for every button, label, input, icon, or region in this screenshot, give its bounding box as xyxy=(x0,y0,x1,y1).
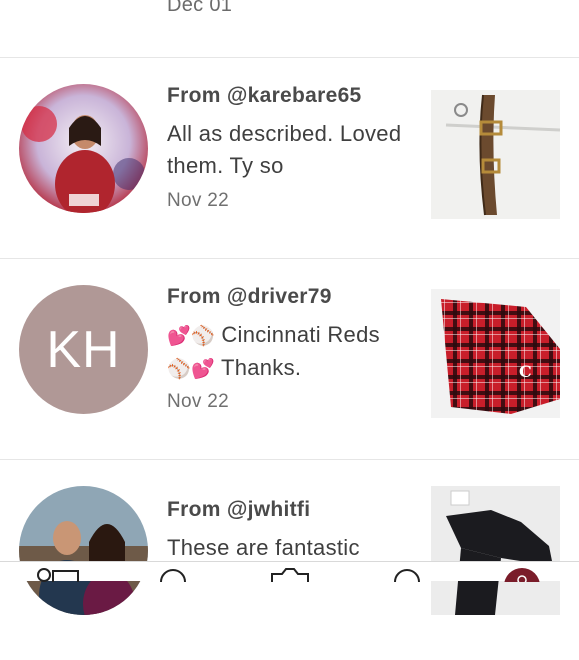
reviewer-username[interactable]: From @driver79 xyxy=(167,285,332,309)
reviewer-avatar[interactable] xyxy=(19,84,148,213)
camera-icon[interactable] xyxy=(270,568,310,587)
item-thumbnail[interactable] xyxy=(431,90,560,219)
review-date: Nov 22 xyxy=(167,190,230,211)
profile-icon[interactable] xyxy=(502,568,542,604)
item-thumbnail[interactable] xyxy=(431,486,560,615)
baseball-emoji: ⚾ xyxy=(167,358,191,380)
chat-icon[interactable] xyxy=(392,568,422,595)
review-comment: All as described. Loved them. Ty so xyxy=(167,121,402,178)
item-thumbnail[interactable]: C xyxy=(431,289,560,418)
review-item[interactable]: KH From @driver79 💕⚾ Cincinnati Reds ⚾💕 … xyxy=(0,259,579,459)
tab-bar xyxy=(0,561,579,604)
closet-icon[interactable] xyxy=(36,568,80,587)
top-partial-date: Dec 01 xyxy=(167,0,233,16)
reviewer-username[interactable]: From @jwhitfi xyxy=(167,498,310,522)
review-item[interactable]: From @karebare65 All as described. Loved… xyxy=(0,58,579,258)
svg-text:C: C xyxy=(519,362,532,381)
reviewer-username[interactable]: From @karebare65 xyxy=(167,84,362,108)
hearts-emoji: 💕 xyxy=(190,358,215,380)
comment-text: Cincinnati Reds xyxy=(214,322,380,347)
review-comment: These are fantastic xyxy=(167,535,360,560)
search-icon[interactable] xyxy=(158,568,188,595)
reviewer-avatar[interactable] xyxy=(19,486,148,615)
avatar-initials: KH xyxy=(46,320,121,379)
reviewer-avatar[interactable]: KH xyxy=(19,285,148,414)
baseball-emoji: ⚾ xyxy=(190,325,215,347)
review-item[interactable]: From @jwhitfi These are fantastic xyxy=(0,460,579,660)
comment-text: Thanks. xyxy=(214,355,302,380)
review-date: Nov 22 xyxy=(167,391,230,412)
hearts-emoji: 💕 xyxy=(167,325,191,347)
review-comment: 💕⚾ Cincinnati Reds ⚾💕 Thanks. xyxy=(167,319,407,385)
